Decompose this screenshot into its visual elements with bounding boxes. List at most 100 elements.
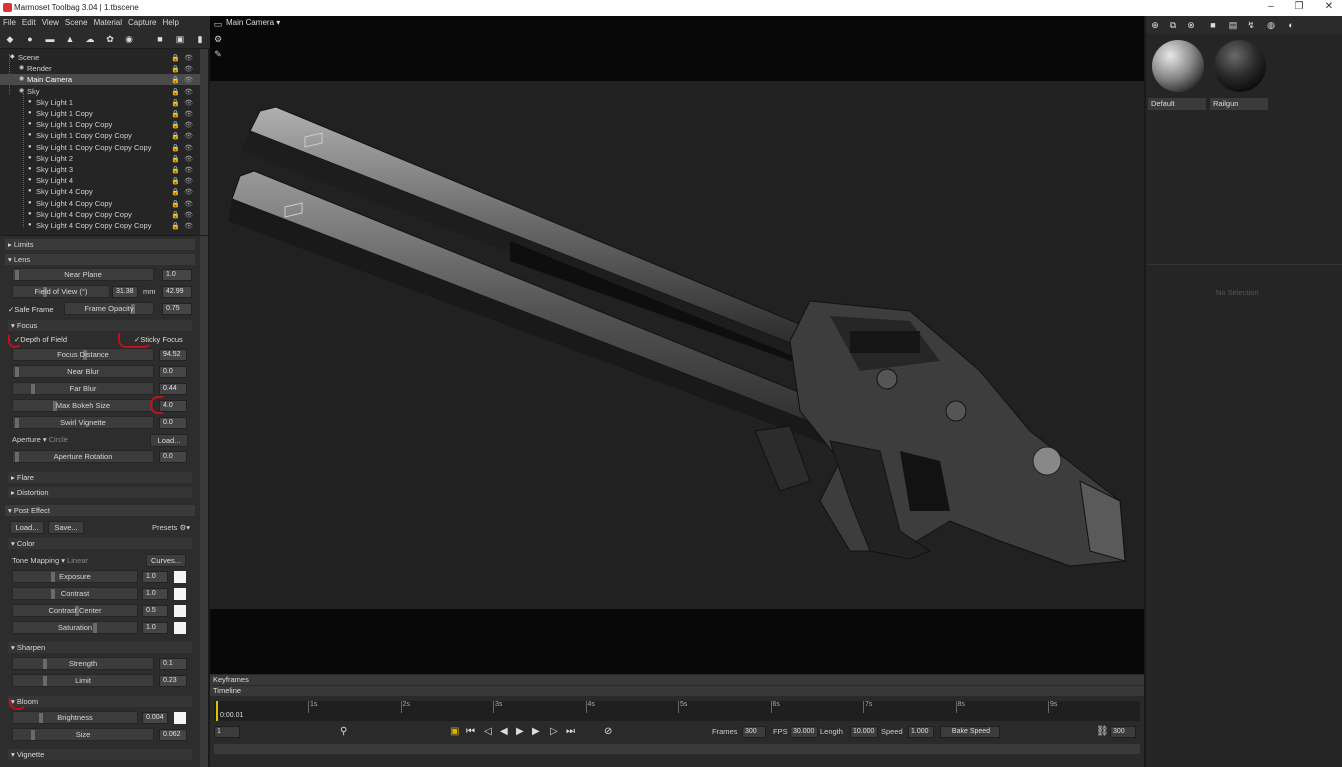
outliner-item[interactable]: ● Sky Light 1 Copy 🔒👁: [0, 108, 200, 119]
contrast-center-value[interactable]: 0.5: [142, 605, 168, 617]
menu-file[interactable]: File: [0, 16, 19, 29]
sharpen-limit-value[interactable]: 0.23: [159, 675, 187, 687]
sharpen-strength-value[interactable]: 0.1: [159, 658, 187, 670]
bloom-color-swatch[interactable]: [174, 712, 186, 724]
3d-viewport[interactable]: Main Camera ▾ ▭ ⚙ ✎: [210, 16, 1144, 674]
step-forward-icon[interactable]: ▷: [550, 726, 558, 737]
frames-field[interactable]: 300: [742, 726, 766, 738]
play-icon[interactable]: ▶: [516, 726, 524, 737]
outliner-item[interactable]: ◉ Sky 🔒👁: [0, 86, 200, 97]
presets-dropdown[interactable]: Presets ⚙▾: [152, 521, 190, 535]
bloom-brightness-slider[interactable]: Brightness: [12, 711, 138, 724]
menu-scene[interactable]: Scene: [62, 16, 91, 29]
focus-distance-slider[interactable]: Focus Distance: [12, 348, 154, 361]
saturation-value[interactable]: 1.0: [142, 622, 168, 634]
subsection-flare[interactable]: ▸ Flare: [8, 472, 192, 483]
outliner-item[interactable]: ● Sky Light 4 Copy 🔒👁: [0, 186, 200, 197]
visibility-icon[interactable]: 🔒👁: [171, 221, 197, 232]
exposure-slider[interactable]: Exposure: [12, 570, 138, 583]
outliner-item[interactable]: ● Sky Light 2 🔒👁: [0, 153, 200, 164]
link-icon[interactable]: ⛓: [1096, 726, 1109, 737]
keyframes-bar[interactable]: Keyframes: [210, 675, 1144, 685]
menu-material[interactable]: Material: [91, 16, 125, 29]
focus-distance-value[interactable]: 94.52: [159, 349, 187, 361]
length-field[interactable]: 10.000: [850, 726, 878, 738]
timeline-ruler[interactable]: 0:00.01 1s 2s 3s 4s 5s 6s 7s 8s 9s: [214, 701, 1140, 721]
outliner-item[interactable]: ● Sky Light 3 🔒👁: [0, 164, 200, 175]
contrast-center-color-swatch[interactable]: [174, 605, 186, 617]
fov-slider[interactable]: Field of View (°): [12, 285, 110, 298]
section-lens[interactable]: ▾ Lens: [5, 254, 195, 265]
loop-icon[interactable]: ▣: [450, 726, 459, 737]
outliner-item[interactable]: ● Sky Light 1 Copy Copy Copy Copy 🔒👁: [0, 142, 200, 153]
current-frame-field[interactable]: 1: [214, 726, 240, 738]
aperture-rotation-value[interactable]: 0.0: [159, 451, 187, 463]
near-plane-slider[interactable]: Near Plane: [12, 268, 154, 281]
material-tile-default[interactable]: Default: [1148, 38, 1206, 112]
menu-help[interactable]: Help: [160, 16, 182, 29]
section-post-effect[interactable]: ▾ Post Effect: [5, 505, 195, 516]
properties-scrollbar[interactable]: [200, 236, 208, 767]
bloom-brightness-value[interactable]: 0.004: [142, 712, 168, 724]
near-blur-slider[interactable]: Near Blur: [12, 365, 154, 378]
outliner-item[interactable]: ● Sky Light 4 Copy Copy Copy 🔒👁: [0, 209, 200, 220]
step-back-icon[interactable]: ◁: [484, 726, 492, 737]
prev-frame-icon[interactable]: ◀: [500, 726, 508, 737]
light-icon[interactable]: ●: [25, 34, 35, 44]
camera-icon[interactable]: ▬: [45, 34, 55, 44]
delete-material-icon[interactable]: ⊗: [1186, 20, 1196, 30]
section-limits[interactable]: ▸ Limits: [5, 239, 195, 250]
assign-icon[interactable]: ↯: [1246, 20, 1256, 30]
outliner-item[interactable]: ● Sky Light 4 🔒👁: [0, 175, 200, 186]
subsection-bloom[interactable]: ▾ Bloom: [8, 696, 192, 707]
aperture-dropdown[interactable]: Aperture ▾ Circle: [12, 433, 68, 447]
playhead[interactable]: [216, 701, 218, 721]
outliner-item[interactable]: ● Sky Light 4 Copy Copy Copy Copy 🔒👁: [0, 220, 200, 231]
camera-selector[interactable]: Main Camera ▾: [226, 18, 280, 27]
outliner-item[interactable]: ◉ Main Camera 🔒👁: [0, 74, 200, 86]
near-plane-value[interactable]: 1.0: [162, 269, 192, 281]
material-tile-railgun[interactable]: Railgun: [1210, 38, 1268, 112]
saturation-slider[interactable]: Saturation: [12, 621, 138, 634]
post-save-button[interactable]: Save...: [48, 521, 84, 534]
add-material-icon[interactable]: ⊕: [1150, 20, 1160, 30]
delete-icon[interactable]: ▮: [195, 34, 205, 44]
library-icon[interactable]: ▤: [1228, 20, 1238, 30]
far-blur-slider[interactable]: Far Blur: [12, 382, 154, 395]
outliner-item[interactable]: ● Sky Light 4 Copy Copy 🔒👁: [0, 198, 200, 209]
folder-icon[interactable]: ■: [1208, 20, 1218, 30]
far-blur-value[interactable]: 0.44: [159, 383, 187, 395]
settings-icon[interactable]: ⊘: [604, 726, 612, 737]
outliner-item[interactable]: ◉ Render 🔒👁: [0, 63, 200, 74]
outliner-item[interactable]: ● Sky Light 1 Copy Copy Copy 🔒👁: [0, 130, 200, 141]
shadow-catcher-icon[interactable]: ▲: [65, 34, 75, 44]
fps-field[interactable]: 30.000: [790, 726, 818, 738]
subsection-focus[interactable]: ▾ Focus: [8, 320, 192, 331]
contrast-color-swatch[interactable]: [174, 588, 186, 600]
subsection-sharpen[interactable]: ▾ Sharpen: [8, 642, 192, 653]
swirl-vignette-value[interactable]: 0.0: [159, 417, 187, 429]
menu-view[interactable]: View: [39, 16, 62, 29]
duplicate-material-icon[interactable]: ⧉: [1168, 20, 1178, 30]
aperture-rotation-slider[interactable]: Aperture Rotation: [12, 450, 154, 463]
subsection-distortion[interactable]: ▸ Distortion: [8, 487, 192, 498]
subsection-color[interactable]: ▾ Color: [8, 538, 192, 549]
skip-start-icon[interactable]: ⏮: [466, 726, 475, 737]
bloom-size-slider[interactable]: Size: [12, 728, 154, 741]
turntable-icon[interactable]: ✿: [105, 34, 115, 44]
saturation-color-swatch[interactable]: [174, 622, 186, 634]
outliner-scrollbar[interactable]: [200, 49, 208, 235]
fov-value[interactable]: 31.38: [112, 286, 138, 298]
restore-button[interactable]: ❐: [1290, 1, 1308, 15]
bake-speed-button[interactable]: Bake Speed: [940, 726, 1000, 738]
viewport-camera-icon[interactable]: ▭: [213, 19, 223, 29]
contrast-center-slider[interactable]: Contrast Center: [12, 604, 138, 617]
frame-opacity-slider[interactable]: Frame Opacity: [64, 302, 154, 315]
aperture-load-button[interactable]: Load...: [150, 434, 188, 447]
outliner-item[interactable]: ● Sky Light 1 🔒👁: [0, 97, 200, 108]
curves-button[interactable]: Curves...: [146, 554, 186, 567]
sharpen-strength-slider[interactable]: Strength: [12, 657, 154, 670]
sphere-icon[interactable]: ◍: [1266, 20, 1276, 30]
render-view[interactable]: [210, 81, 1144, 609]
exposure-value[interactable]: 1.0: [142, 571, 168, 583]
